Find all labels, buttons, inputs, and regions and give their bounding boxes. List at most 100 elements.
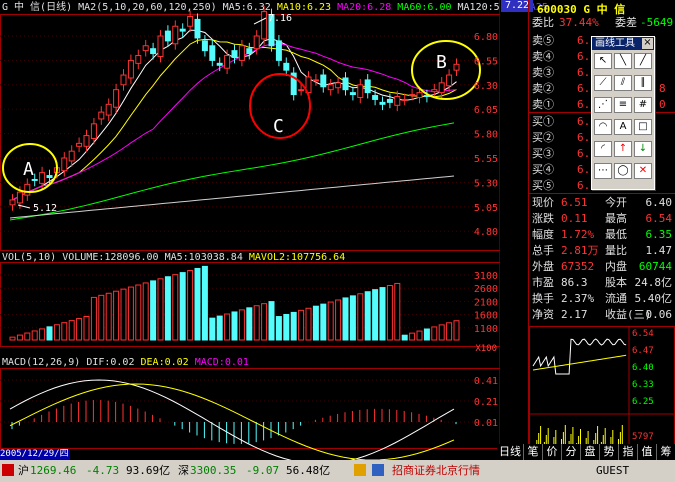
- high-label: 7.16: [268, 13, 292, 24]
- sh-index-amount: 93.69亿: [126, 464, 171, 477]
- view-tab[interactable]: 势: [600, 444, 619, 460]
- line-icon[interactable]: ╲: [614, 53, 632, 69]
- down-arrow-icon[interactable]: ↓: [634, 141, 652, 157]
- drawing-toolbar[interactable]: 画线工具 × ↖ ╲ ╱ ⟋ ⫽ ∥ ⋰ ≡ # ◠ A □ ◜ ↑ ↓ ⋯ ◯ ✕: [591, 36, 655, 190]
- up-arrow-icon[interactable]: ↑: [614, 141, 632, 157]
- volume-bar: [53, 324, 60, 341]
- candle-body: [61, 157, 68, 172]
- candle-body: [201, 40, 208, 52]
- pointer-icon[interactable]: ↖: [594, 53, 612, 69]
- volume-bar: [379, 287, 386, 341]
- candle-body: [113, 89, 120, 108]
- volume-bar: [76, 318, 83, 341]
- volume-bar: [357, 293, 364, 341]
- mini-price-tick: 6.54: [632, 329, 654, 339]
- candle-body: [283, 62, 290, 71]
- macd-panel-frame: [0, 368, 500, 449]
- candle-body: [335, 82, 342, 89]
- candle-body: [39, 172, 46, 184]
- fib-icon[interactable]: ≡: [614, 97, 632, 113]
- fan-icon[interactable]: ⋰: [594, 97, 612, 113]
- candle-body: [83, 135, 90, 147]
- drawing-toolbar-titlebar[interactable]: 画线工具 ×: [592, 37, 654, 50]
- candle-body: [438, 82, 445, 94]
- view-tab[interactable]: 盘: [581, 444, 600, 460]
- candle-body: [394, 96, 401, 106]
- arc-icon[interactable]: ◠: [594, 119, 612, 135]
- volume-bar: [298, 309, 305, 341]
- volume-bar: [290, 311, 297, 341]
- status-bar: 沪 1269.46 -4.73 93.69亿 深 3300.35 -9.07 5…: [0, 460, 675, 482]
- volume-bar: [386, 285, 393, 341]
- volume-bar: [90, 296, 97, 341]
- volume-bar: [438, 324, 445, 341]
- volume-tick-label: 2100: [474, 297, 498, 308]
- volume-bar: [150, 280, 157, 341]
- volume-bar: [416, 330, 423, 341]
- candle-body: [312, 79, 319, 82]
- view-tab[interactable]: 值: [638, 444, 657, 460]
- candle-body: [135, 55, 142, 64]
- candle-body: [127, 59, 134, 79]
- volume-bar: [9, 336, 16, 341]
- gann-icon[interactable]: #: [634, 97, 652, 113]
- candle-body: [246, 48, 253, 55]
- volume-bar: [46, 326, 53, 341]
- volume-bar: [98, 294, 105, 341]
- view-tab[interactable]: 指: [619, 444, 638, 460]
- price-tick-label: 5.55: [474, 154, 498, 165]
- period-icon[interactable]: ⋯: [594, 163, 612, 179]
- sh-label: 沪: [18, 464, 29, 477]
- stat-row: 净资 2.17 收益(三) 0.06: [532, 308, 672, 321]
- view-tab[interactable]: 分: [562, 444, 581, 460]
- view-tab-bar: 日线笔价分盘势指值筹: [497, 444, 675, 460]
- view-tab[interactable]: 筹: [657, 444, 675, 460]
- channel-icon[interactable]: ⫽: [614, 75, 632, 91]
- webi-value: 37.44%: [559, 16, 599, 29]
- main-chart-area[interactable]: A B C 7.16 5.12 6.80 6.55 6.30 6.05 5.80 5.55…: [0, 0, 548, 460]
- ellipse-icon[interactable]: ◯: [614, 163, 632, 179]
- candle-body: [76, 142, 83, 147]
- parallel-icon[interactable]: ∥: [634, 75, 652, 91]
- volume-bar: [113, 290, 120, 341]
- candle-body: [372, 95, 379, 100]
- volume-bar: [172, 274, 179, 341]
- price-tick-label: 4.80: [474, 227, 498, 238]
- sh-index-icon: [2, 464, 14, 476]
- volume-bar: [164, 276, 171, 341]
- candle-body: [453, 63, 460, 71]
- ray-icon[interactable]: ╱: [634, 53, 652, 69]
- candle-body: [379, 101, 386, 105]
- stat-row: 市盈 86.3 股本 24.8亿: [532, 276, 672, 289]
- view-tab[interactable]: 笔: [524, 444, 543, 460]
- volume-header: VOL(5,10) VOLUME:128096.00 MA5:103038.84…: [2, 252, 345, 264]
- trend-icon[interactable]: ⟋: [594, 75, 612, 91]
- cycle-icon[interactable]: ◜: [594, 141, 612, 157]
- low-label: 5.12: [33, 203, 57, 214]
- price-tick-label: 6.80: [474, 32, 498, 43]
- macd-dif: DIF:0.02: [86, 357, 135, 368]
- view-tab[interactable]: 日线: [497, 444, 524, 460]
- macd-dea: DEA:0.02: [140, 357, 189, 368]
- candle-body: [342, 77, 349, 91]
- candle-body: [253, 35, 260, 50]
- delete-icon[interactable]: ✕: [634, 163, 652, 179]
- candle-body: [298, 89, 305, 92]
- view-tab[interactable]: 价: [543, 444, 562, 460]
- annotation-a-label: A: [23, 159, 34, 180]
- volume-unit: X100: [475, 344, 497, 354]
- text-icon[interactable]: A: [614, 119, 632, 135]
- rect-icon[interactable]: □: [634, 119, 652, 135]
- volume-bar: [31, 330, 38, 341]
- volume-tick-label: 3100: [474, 271, 498, 282]
- volume-bar: [372, 289, 379, 341]
- vol-volume: VOLUME:128096.00: [62, 252, 159, 263]
- stat-row: 现价 6.51 今开 6.40: [532, 196, 672, 209]
- volume-bar: [39, 328, 46, 341]
- drawing-toolbar-close[interactable]: ×: [642, 38, 653, 49]
- candle-body: [261, 11, 268, 40]
- candle-body: [409, 94, 416, 97]
- annotation-b-label: B: [436, 52, 447, 73]
- kline-chart-svg[interactable]: A B C 7.16 5.12 6.80 6.55 6.30 6.05 5.80 5.55…: [0, 0, 500, 460]
- mini-intraday-chart[interactable]: 6.54 6.47 6.40 6.33 6.25 5797: [529, 326, 675, 460]
